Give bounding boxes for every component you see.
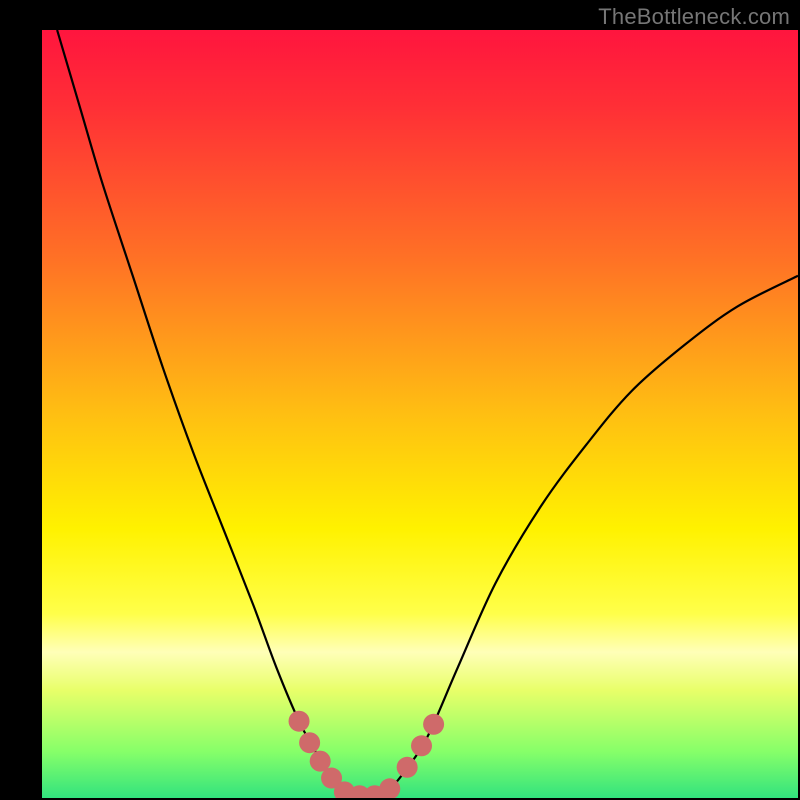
bottleneck-plot	[0, 0, 800, 800]
curve-marker	[423, 714, 444, 735]
curve-marker	[379, 778, 400, 799]
watermark-text: TheBottleneck.com	[598, 4, 790, 30]
curve-marker	[411, 735, 432, 756]
chart-canvas: TheBottleneck.com	[0, 0, 800, 800]
curve-marker	[289, 711, 310, 732]
plot-background	[42, 30, 798, 798]
curve-marker	[397, 757, 418, 778]
curve-marker	[299, 732, 320, 753]
